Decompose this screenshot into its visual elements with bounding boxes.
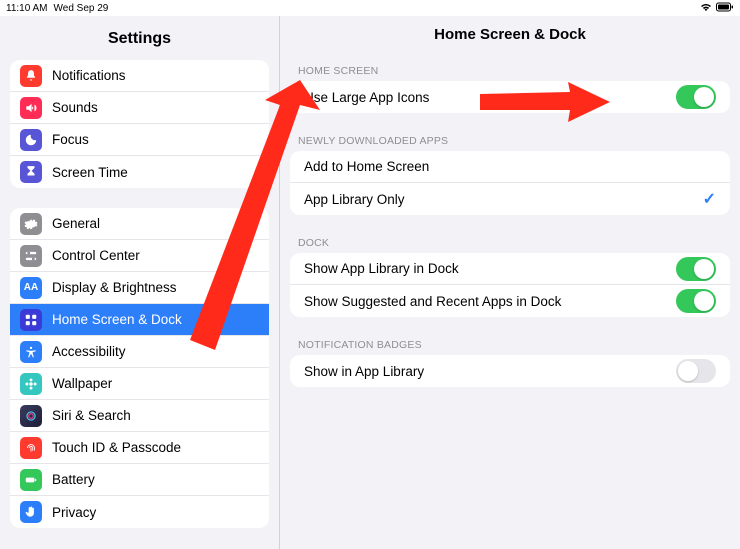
sidebar-item-screen-time[interactable]: Screen Time	[10, 156, 269, 188]
row-show-in-app-library[interactable]: Show in App Library	[290, 355, 730, 387]
row-show-app-library-in-dock[interactable]: Show App Library in Dock	[290, 253, 730, 285]
row-show-suggested-recent-apps[interactable]: Show Suggested and Recent Apps in Dock	[290, 285, 730, 317]
sidebar-item-label: Siri & Search	[52, 408, 131, 423]
toggle-show-in-app-library[interactable]	[676, 359, 716, 383]
siri-icon	[20, 405, 42, 427]
sidebar-item-label: Notifications	[52, 68, 126, 83]
settings-sidebar: Settings Notifications Sounds Focus Scre…	[0, 16, 280, 549]
sidebar-item-label: Battery	[52, 472, 95, 487]
row-label: App Library Only	[304, 192, 703, 207]
bell-icon	[20, 65, 42, 87]
status-date: Wed Sep 29	[54, 3, 109, 14]
sidebar-item-label: Control Center	[52, 248, 140, 263]
sidebar-item-display-brightness[interactable]: AA Display & Brightness	[10, 272, 269, 304]
row-label: Show Suggested and Recent Apps in Dock	[304, 294, 676, 309]
sidebar-item-accessibility[interactable]: Accessibility	[10, 336, 269, 368]
sidebar-item-label: Accessibility	[52, 344, 126, 359]
sidebar-item-privacy[interactable]: Privacy	[10, 496, 269, 528]
sidebar-item-battery[interactable]: Battery	[10, 464, 269, 496]
toggle-large-app-icons[interactable]	[676, 85, 716, 109]
sidebar-group-1: Notifications Sounds Focus Screen Time	[10, 60, 269, 188]
toggle-app-library-dock[interactable]	[676, 257, 716, 281]
sidebar-item-home-screen-dock[interactable]: Home Screen & Dock	[10, 304, 269, 336]
row-label: Show in App Library	[304, 364, 676, 379]
moon-icon	[20, 129, 42, 151]
hand-icon	[20, 501, 42, 523]
status-time: 11:10 AM	[6, 3, 48, 14]
switches-icon	[20, 245, 42, 267]
sidebar-item-touch-id-passcode[interactable]: Touch ID & Passcode	[10, 432, 269, 464]
flower-icon	[20, 373, 42, 395]
sidebar-item-label: General	[52, 216, 100, 231]
sidebar-item-label: Display & Brightness	[52, 280, 177, 295]
grid-icon	[20, 309, 42, 331]
gear-icon	[20, 213, 42, 235]
toggle-suggested-recent[interactable]	[676, 289, 716, 313]
accessibility-icon	[20, 341, 42, 363]
section-dock: Show App Library in Dock Show Suggested …	[290, 253, 730, 317]
sidebar-item-label: Focus	[52, 132, 89, 147]
detail-pane: Home Screen & Dock HOME SCREEN Use Large…	[280, 16, 740, 549]
section-header-newly-downloaded: NEWLY DOWNLOADED APPS	[280, 127, 740, 151]
sidebar-item-control-center[interactable]: Control Center	[10, 240, 269, 272]
section-header-dock: DOCK	[280, 229, 740, 253]
sidebar-item-notifications[interactable]: Notifications	[10, 60, 269, 92]
battery-icon	[716, 2, 734, 15]
sidebar-group-2: General Control Center AA Display & Brig…	[10, 208, 269, 528]
fingerprint-icon	[20, 437, 42, 459]
sidebar-item-siri-search[interactable]: Siri & Search	[10, 400, 269, 432]
section-home-screen: Use Large App Icons	[290, 81, 730, 113]
row-label: Use Large App Icons	[304, 90, 676, 105]
sidebar-item-focus[interactable]: Focus	[10, 124, 269, 156]
row-use-large-app-icons[interactable]: Use Large App Icons	[290, 81, 730, 113]
text-size-icon: AA	[20, 277, 42, 299]
status-bar: 11:10 AM Wed Sep 29	[0, 0, 740, 16]
sidebar-title: Settings	[0, 20, 279, 60]
sidebar-item-label: Home Screen & Dock	[52, 312, 182, 327]
sidebar-item-sounds[interactable]: Sounds	[10, 92, 269, 124]
row-label: Show App Library in Dock	[304, 261, 676, 276]
sidebar-item-label: Wallpaper	[52, 376, 112, 391]
sidebar-item-label: Touch ID & Passcode	[52, 440, 181, 455]
section-header-badges: NOTIFICATION BADGES	[280, 331, 740, 355]
section-badges: Show in App Library	[290, 355, 730, 387]
section-header-home-screen: HOME SCREEN	[280, 57, 740, 81]
sidebar-item-label: Screen Time	[52, 165, 128, 180]
sidebar-item-label: Sounds	[52, 100, 98, 115]
speaker-icon	[20, 97, 42, 119]
sidebar-item-general[interactable]: General	[10, 208, 269, 240]
wifi-icon	[700, 2, 712, 15]
checkmark-icon: ✓	[703, 189, 716, 209]
sidebar-item-label: Privacy	[52, 505, 96, 520]
hourglass-icon	[20, 161, 42, 183]
battery-icon	[20, 469, 42, 491]
detail-title: Home Screen & Dock	[280, 16, 740, 57]
section-newly-downloaded: Add to Home Screen App Library Only ✓	[290, 151, 730, 215]
row-label: Add to Home Screen	[304, 159, 716, 174]
sidebar-item-wallpaper[interactable]: Wallpaper	[10, 368, 269, 400]
row-add-to-home-screen[interactable]: Add to Home Screen	[290, 151, 730, 183]
row-app-library-only[interactable]: App Library Only ✓	[290, 183, 730, 215]
